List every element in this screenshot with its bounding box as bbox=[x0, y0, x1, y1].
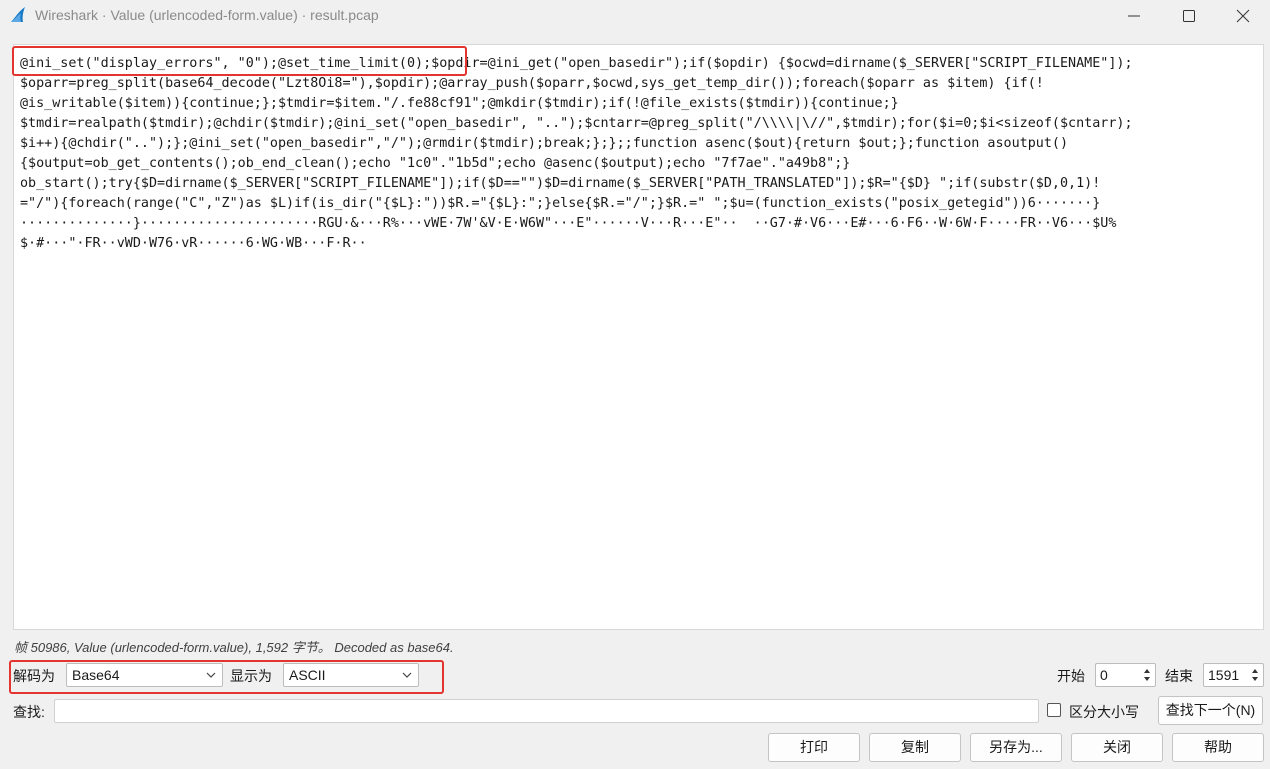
content-line: ob_start();try{$D=dirname($_SERVER["SCRI… bbox=[20, 176, 1101, 191]
content-line: $tmdir=realpath($tmdir);@chdir($tmdir);@… bbox=[20, 116, 1133, 131]
minimize-button[interactable] bbox=[1107, 0, 1161, 31]
find-input[interactable] bbox=[54, 699, 1039, 723]
decode-as-value: Base64 bbox=[72, 667, 120, 683]
decode-as-select[interactable]: Base64 bbox=[66, 663, 223, 687]
show-as-label: 显示为 bbox=[230, 668, 272, 684]
case-sensitive-label: 区分大小写 bbox=[1069, 704, 1139, 720]
content-line: $i++){@chdir("..");};@ini_set("open_base… bbox=[20, 136, 1069, 151]
end-spinbox[interactable]: 1591 bbox=[1203, 663, 1264, 687]
title-bar: Wireshark · Value (urlencoded-form.value… bbox=[0, 0, 1270, 31]
window-title: Wireshark · Value (urlencoded-form.value… bbox=[35, 7, 379, 23]
find-label: 查找: bbox=[13, 704, 45, 720]
content-line: $oparr=preg_split(base64_decode("Lzt8Oi8… bbox=[20, 76, 1044, 91]
content-line: ··············}······················RGU… bbox=[20, 216, 1117, 231]
help-button[interactable]: 帮助 bbox=[1172, 733, 1264, 762]
close-button[interactable]: 关闭 bbox=[1071, 733, 1163, 762]
status-text: 帧 50986, Value (urlencoded-form.value), … bbox=[14, 640, 454, 655]
save-as-button[interactable]: 另存为... bbox=[970, 733, 1062, 762]
chevron-down-icon bbox=[402, 672, 412, 678]
spin-arrows-icon bbox=[1144, 669, 1150, 681]
content-line: ="/"){foreach(range("C","Z")as $L)if(is_… bbox=[20, 196, 1101, 211]
start-value: 0 bbox=[1100, 667, 1108, 683]
print-button[interactable]: 打印 bbox=[768, 733, 860, 762]
wireshark-fin-icon bbox=[11, 7, 25, 22]
find-next-button[interactable]: 查找下一个(N) bbox=[1158, 696, 1263, 725]
decoded-content: @ini_set("display_errors", "0");@set_tim… bbox=[20, 54, 1258, 254]
minimize-icon bbox=[1128, 15, 1140, 17]
end-value: 1591 bbox=[1208, 667, 1240, 683]
maximize-icon bbox=[1183, 10, 1195, 22]
content-line: $·#···"·FR··vWD·W76·vR······6·WG·WB···F·… bbox=[20, 236, 367, 251]
show-as-select[interactable]: ASCII bbox=[283, 663, 419, 687]
maximize-button[interactable] bbox=[1162, 0, 1216, 31]
close-window-button[interactable] bbox=[1216, 0, 1270, 31]
content-line: {$output=ob_get_contents();ob_end_clean(… bbox=[20, 156, 851, 171]
spin-arrows-icon bbox=[1252, 669, 1258, 681]
chevron-down-icon bbox=[206, 672, 216, 678]
close-icon bbox=[1236, 9, 1250, 23]
decoded-text-view[interactable]: @ini_set("display_errors", "0");@set_tim… bbox=[13, 44, 1264, 630]
decode-as-label: 解码为 bbox=[13, 668, 55, 684]
start-spinbox[interactable]: 0 bbox=[1095, 663, 1156, 687]
content-line: @is_writable($item)){continue;};$tmdir=$… bbox=[20, 96, 899, 111]
end-label: 结束 bbox=[1165, 668, 1193, 684]
copy-button[interactable]: 复制 bbox=[869, 733, 961, 762]
show-as-value: ASCII bbox=[289, 667, 326, 683]
case-sensitive-checkbox[interactable] bbox=[1047, 703, 1061, 717]
content-line: @ini_set("display_errors", "0");@set_tim… bbox=[20, 56, 1133, 71]
start-label: 开始 bbox=[1057, 668, 1085, 684]
